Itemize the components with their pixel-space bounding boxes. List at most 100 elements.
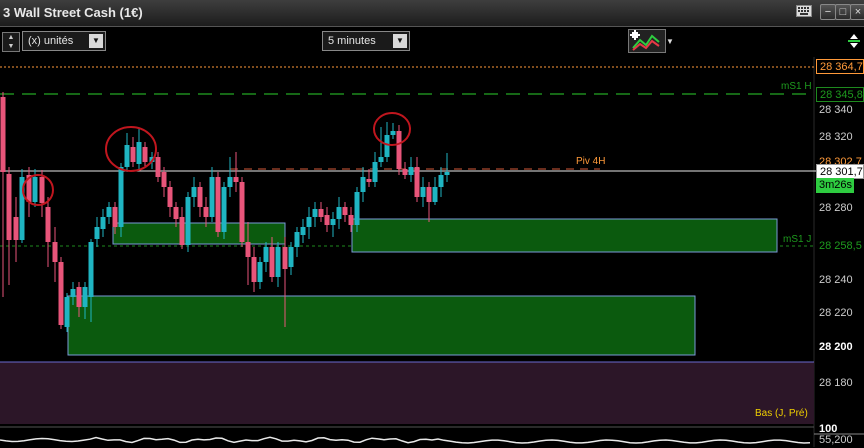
candle-body: [306, 217, 312, 227]
indicators-menu-arrow-icon[interactable]: ▼: [666, 37, 674, 46]
y-tick: 28 320: [819, 131, 853, 143]
candle-body: [378, 157, 384, 162]
y-tick: 28 240: [819, 274, 853, 286]
price-chart-canvas[interactable]: [0, 57, 864, 447]
keyboard-icon[interactable]: [796, 5, 812, 19]
candle-body: [88, 242, 94, 297]
candle-body: [64, 297, 70, 327]
candle-body: [438, 175, 444, 187]
chart-toolbar: ▲ ▼ (x) unités ▼ 5 minutes ▼ ▼: [0, 27, 864, 57]
candle-body: [39, 177, 45, 203]
y-tick: 28 180: [819, 377, 853, 389]
candle-body: [191, 187, 197, 197]
y-tick: 28 280: [819, 202, 853, 214]
candle-body: [324, 215, 330, 225]
candle-body: [312, 209, 318, 217]
units-dropdown[interactable]: (x) unités ▼: [22, 31, 106, 51]
minimize-button[interactable]: −: [820, 4, 836, 20]
units-dropdown-value: (x) unités: [28, 35, 74, 47]
chevron-down-icon: ▼: [89, 34, 103, 48]
candle-body: [155, 157, 161, 177]
candle-body: [384, 135, 390, 157]
candle-body: [142, 147, 148, 162]
candle-body: [167, 187, 173, 207]
candle-body: [414, 167, 420, 197]
candle-body: [444, 172, 450, 175]
demand-zone-3: [67, 295, 696, 356]
candle-body: [251, 257, 257, 282]
candle-body: [100, 217, 106, 229]
candle-body: [402, 169, 408, 175]
candle-body: [233, 177, 239, 182]
candle-body: [342, 207, 348, 215]
units-stepper[interactable]: ▲ ▼: [2, 32, 20, 52]
close-button[interactable]: ×: [850, 4, 864, 20]
indicator-tick-bottom: 55,200: [819, 434, 853, 446]
timeframe-dropdown[interactable]: 5 minutes ▼: [322, 31, 410, 51]
candle-body: [269, 247, 275, 277]
ms1j-label: mS1 J: [783, 234, 812, 245]
candle-body: [0, 97, 6, 172]
indicators-button[interactable]: [628, 29, 666, 53]
demand-zone-2: [351, 218, 778, 253]
candle-body: [161, 172, 167, 187]
candle-body: [82, 287, 88, 307]
candle-body: [432, 187, 438, 202]
candle-body: [396, 131, 402, 169]
candle-body: [197, 187, 203, 207]
y-tick: 28 340: [819, 104, 853, 116]
orange-level-flag: 28 364,7: [816, 59, 864, 74]
candle-body: [390, 131, 396, 135]
candle-body: [179, 217, 185, 245]
countdown-badge: 3m26s: [816, 178, 854, 193]
price-axis[interactable]: 28 364,7 28 345,8 28 340 28 320 28 302,7…: [815, 57, 864, 447]
candle-body: [354, 192, 360, 225]
candle-body: [124, 145, 130, 167]
candle-body: [420, 187, 426, 197]
collapse-toolbar-icon[interactable]: [846, 33, 862, 51]
candle-body: [215, 177, 221, 232]
candle-body: [118, 167, 124, 227]
maximize-button[interactable]: □: [835, 4, 851, 20]
ms1h-flag: 28 345,8: [816, 87, 864, 102]
candle-body: [112, 207, 118, 227]
candle-body: [263, 247, 269, 262]
price-chart[interactable]: mS1 H Piv 4H mS1 J Bas (J, Pré) 28 364,7…: [0, 57, 864, 447]
candle-body: [6, 174, 12, 240]
candle-body: [221, 187, 227, 232]
candle-body: [330, 219, 336, 225]
candle-body: [282, 247, 288, 269]
indicators-icon: [630, 30, 660, 51]
ms1j-flag: 28 258,5: [816, 239, 864, 254]
candle-body: [209, 177, 215, 217]
ms1h-label: mS1 H: [781, 81, 812, 92]
candle-body: [348, 215, 354, 225]
candle-body: [136, 142, 142, 164]
demand-zone-1: [112, 222, 286, 245]
candle-body: [245, 242, 251, 257]
candle-body: [366, 179, 372, 182]
candle-body: [203, 207, 209, 217]
y-tick: 28 220: [819, 307, 853, 319]
candle-body: [360, 177, 366, 192]
candle-body: [426, 187, 432, 202]
window-title: 3 Wall Street Cash (1€): [3, 5, 143, 20]
candle-body: [70, 289, 76, 297]
candle-body: [13, 217, 19, 240]
candle-body: [52, 242, 58, 262]
candle-body: [130, 147, 136, 162]
candle-body: [294, 232, 300, 247]
candle-body: [45, 207, 51, 242]
timeframe-dropdown-value: 5 minutes: [328, 35, 376, 47]
candle-body: [336, 207, 342, 219]
candle-body: [32, 177, 38, 202]
candle-body: [227, 177, 233, 187]
candle-body: [372, 162, 378, 182]
candle-body: [185, 197, 191, 245]
candle-body: [76, 287, 82, 307]
bas-label: Bas (J, Pré): [755, 408, 808, 419]
candle-body: [58, 262, 64, 325]
candle-body: [288, 247, 294, 267]
candle-body: [106, 207, 112, 217]
candle-body: [173, 207, 179, 219]
